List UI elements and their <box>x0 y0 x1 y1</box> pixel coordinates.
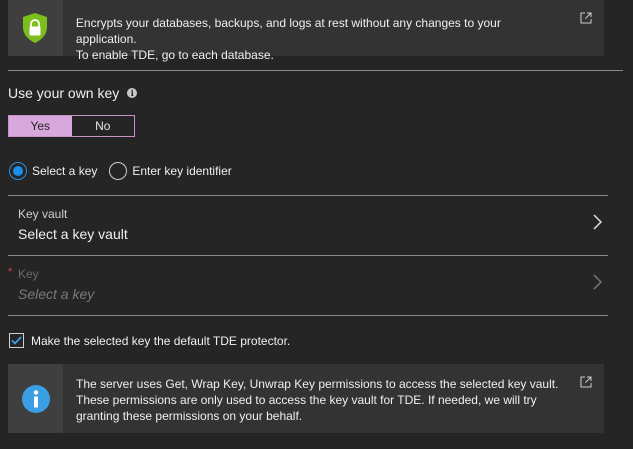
select-key-radio-label[interactable]: Select a key <box>32 164 97 178</box>
chevron-right-icon <box>593 274 602 290</box>
key-vault-selector[interactable]: Key vault Select a key vault <box>8 196 608 255</box>
own-key-title: Use your own key <box>8 85 120 101</box>
permissions-banner-text: The server uses Get, Wrap Key, Unwrap Ke… <box>76 377 559 423</box>
key-placeholder: Select a key <box>18 286 95 302</box>
field-divider <box>8 315 608 316</box>
own-key-yes-option[interactable]: Yes <box>9 116 72 136</box>
info-circle-icon <box>21 384 50 413</box>
chevron-right-icon <box>593 214 602 230</box>
key-label: Key <box>18 267 39 281</box>
default-protector-row: Make the selected key the default TDE pr… <box>9 333 290 348</box>
select-key-radio[interactable] <box>9 162 27 180</box>
required-marker: * <box>8 266 13 278</box>
default-protector-checkbox[interactable] <box>9 333 24 348</box>
key-vault-label: Key vault <box>18 207 68 221</box>
default-protector-label[interactable]: Make the selected key the default TDE pr… <box>31 334 290 348</box>
external-link-icon[interactable] <box>580 376 592 388</box>
key-selector[interactable]: * Key Select a key <box>8 256 608 315</box>
banner-icon-box <box>8 0 63 56</box>
enter-key-identifier-radio-label[interactable]: Enter key identifier <box>132 164 231 178</box>
checkmark-icon <box>11 336 22 345</box>
key-vault-value: Select a key vault <box>18 226 128 242</box>
key-source-radio-group: Select a key Enter key identifier <box>9 162 232 180</box>
shield-lock-icon <box>23 13 48 43</box>
banner-icon-box <box>8 364 63 433</box>
own-key-toggle[interactable]: Yes No <box>8 115 135 137</box>
permissions-info-banner: The server uses Get, Wrap Key, Unwrap Ke… <box>8 364 604 433</box>
tde-info-banner: Encrypts your databases, backups, and lo… <box>8 0 604 62</box>
enter-key-identifier-radio[interactable] <box>109 162 128 180</box>
own-key-no-option[interactable]: No <box>71 116 134 136</box>
info-icon[interactable]: i <box>127 88 138 98</box>
own-key-heading: Use your own key i <box>8 85 138 101</box>
external-link-icon[interactable] <box>580 12 592 24</box>
tde-banner-text: Encrypts your databases, backups, and lo… <box>75 16 501 62</box>
section-divider <box>8 70 623 71</box>
